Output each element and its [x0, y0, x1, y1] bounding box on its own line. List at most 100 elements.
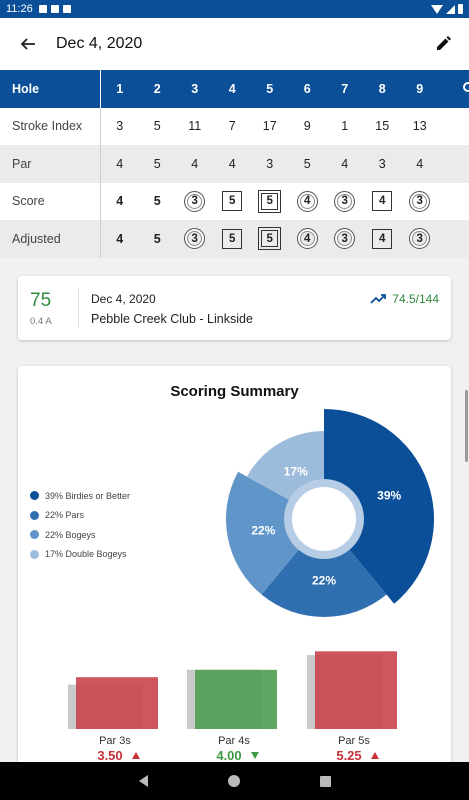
cell-hole-4: 4	[228, 156, 236, 171]
cell-hole-7: 3	[326, 220, 364, 258]
page-title: Dec 4, 2020	[56, 35, 143, 52]
cell-hole-2: 5	[139, 183, 177, 221]
notification-icon	[38, 5, 47, 13]
differential-value: 74.5/144	[392, 292, 439, 306]
cell-hole-3: 3	[176, 183, 214, 221]
edit-button[interactable]	[429, 30, 457, 58]
bar-category-label: Par 4s	[218, 735, 250, 747]
system-nav-bar	[0, 762, 469, 800]
cell-hole-5: 5	[251, 183, 289, 221]
legend-label: 22% Bogeys	[45, 529, 96, 540]
score-value: 3	[416, 232, 423, 245]
app-bar: Dec 4, 2020	[0, 18, 469, 70]
cell-hole-8: 8	[378, 81, 386, 96]
average-bar	[315, 651, 397, 729]
bogey-marker: 5	[222, 228, 243, 249]
bogey-marker: 4	[372, 228, 393, 249]
cell-hole-5: 3	[266, 156, 274, 171]
wifi-icon	[431, 4, 443, 14]
scrollbar[interactable]	[465, 390, 468, 462]
nav-home-icon[interactable]	[227, 775, 240, 787]
cell-hole-8: 15	[375, 119, 390, 134]
notification-icon	[50, 5, 59, 13]
cell-hole-7: 4	[341, 156, 349, 171]
legend-dot	[30, 510, 39, 520]
nav-back-icon[interactable]	[138, 775, 148, 787]
cell-hole-9: 9	[416, 81, 424, 96]
legend: 39% Birdies or Better 22% Pars 22% Bogey…	[30, 486, 130, 564]
birdie-marker: 3	[184, 190, 206, 212]
summary-title: Scoring Summary	[170, 383, 299, 400]
arrow-left-icon	[20, 38, 35, 50]
cell-hole-6: 4	[289, 220, 327, 258]
row-label: Adjusted	[0, 220, 101, 258]
cell-hole-9: 13	[412, 119, 427, 134]
row-label: Score	[0, 182, 101, 220]
birdie-marker: 3	[334, 190, 356, 212]
row-label: Par	[0, 145, 101, 183]
battery-icon	[458, 4, 463, 14]
cell-hole-4: 5	[214, 220, 252, 258]
legend-dot	[30, 549, 39, 559]
score-value: 5	[229, 232, 236, 245]
pie-slice-label: 17%	[284, 464, 308, 478]
cell-hole-1: 4	[101, 220, 139, 258]
cell-hole-1: 1	[116, 81, 124, 96]
score-value: 5	[229, 195, 236, 208]
cell-hole-7: 1	[341, 119, 349, 134]
cell-hole-8: 4	[364, 220, 402, 258]
nav-recents-icon[interactable]	[319, 775, 331, 787]
double-bogey-marker: 5	[258, 189, 282, 213]
trend-up-icon	[132, 752, 140, 759]
cell-hole-6: 9	[303, 119, 311, 134]
cell-hole-2: 5	[153, 119, 161, 134]
legend-label: 17% Double Bogeys	[45, 549, 127, 560]
notification-icon	[62, 5, 71, 13]
pie-slice-label: 22%	[251, 524, 275, 538]
birdie-marker: 3	[409, 190, 431, 212]
bar-category-label: Par 3s	[99, 735, 131, 747]
average-bar	[76, 677, 158, 729]
trend-down-icon	[251, 752, 259, 759]
cell-hole-8: 3	[378, 156, 386, 171]
score-value: 3	[341, 195, 348, 208]
score-value: 5	[261, 230, 279, 248]
cell-hole-2: 5	[139, 220, 177, 258]
cell-hole-5: 5	[251, 220, 289, 258]
round-card[interactable]: 75 0.4 A Dec 4, 2020 Pebble Creek Club -…	[18, 276, 451, 340]
header-row: Hole 1 2 3 4 5 6 7 8 9	[0, 70, 469, 108]
cell-hole-6: 6	[303, 81, 311, 96]
legend-label: 39% Birdies or Better	[45, 490, 131, 501]
divider	[78, 288, 79, 328]
signal-icon	[446, 4, 455, 14]
cell-hole-9: 4	[416, 156, 424, 171]
pie-slice-label: 22%	[312, 574, 336, 588]
status-bar: 11:26	[0, 0, 469, 18]
trend-up-icon	[371, 752, 379, 759]
birdie-marker: 3	[409, 228, 431, 250]
cell-hole-2: 5	[153, 156, 161, 171]
cell-hole-5: 17	[262, 119, 277, 134]
row-label: Hole	[0, 70, 101, 108]
cell-hole-3: 3	[191, 81, 199, 96]
scorecard-table: Hole 1 2 3 4 5 6 7 8 9 Stroke Index 3 5 11 7 17 9 1 15 1…	[0, 70, 469, 258]
birdie-marker: 3	[184, 228, 206, 250]
course-name: Pebble Creek Club - Linkside	[91, 312, 253, 326]
legend-dot	[30, 530, 39, 540]
bogey-marker: 4	[372, 191, 393, 212]
cell-hole-9: 3	[401, 220, 439, 258]
trending-up-icon	[370, 294, 387, 304]
scoring-summary-card: Scoring Summary 39% Birdies or Better 22…	[18, 366, 451, 786]
cell-hole-3: 4	[191, 156, 199, 171]
bar-value-label: 3.50	[97, 748, 122, 763]
cell-hole-2: 2	[153, 81, 161, 96]
back-button[interactable]	[0, 18, 56, 70]
legend-item: 22% Pars	[30, 506, 130, 526]
pie-slice-label: 39%	[377, 489, 401, 503]
birdie-marker: 4	[296, 190, 318, 212]
cell-hole-4: 5	[214, 183, 252, 221]
double-bogey-marker: 5	[258, 227, 282, 251]
birdie-marker: 3	[334, 228, 356, 250]
score-value: 5	[153, 194, 161, 209]
score-value: 3	[191, 232, 198, 245]
